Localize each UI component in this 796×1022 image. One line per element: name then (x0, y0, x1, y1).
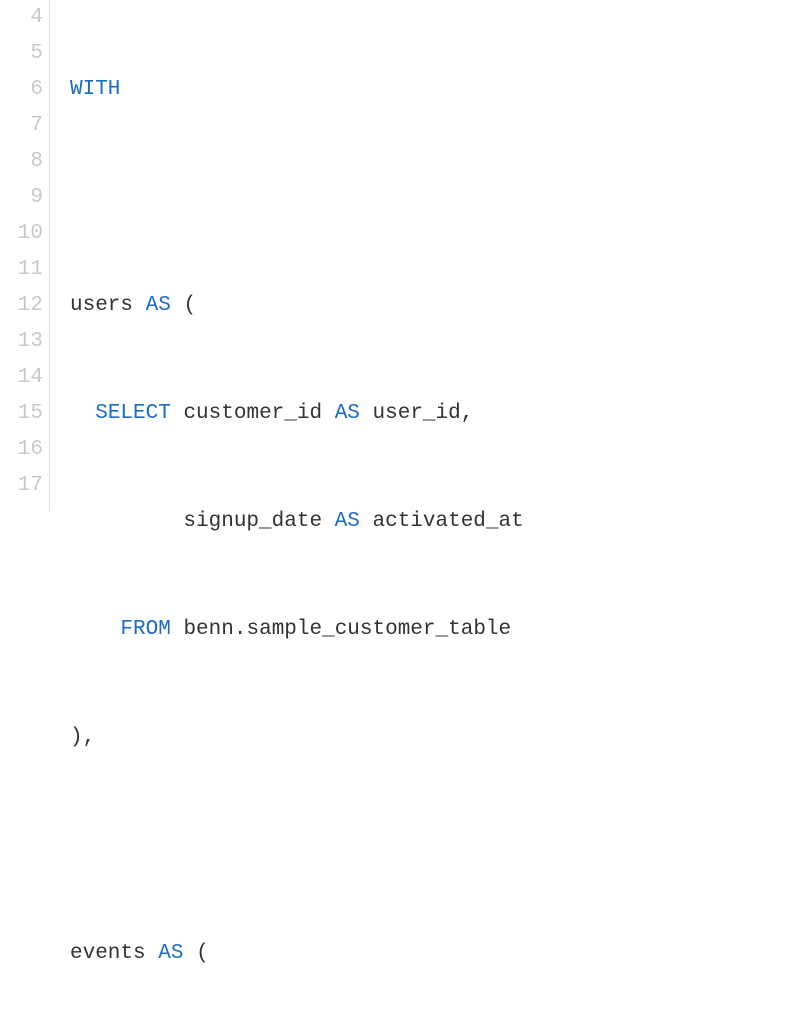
identifier: user_id (373, 402, 461, 425)
space (133, 294, 146, 317)
space (322, 402, 335, 425)
line-number-gutter: 4 5 6 7 8 9 10 11 12 13 14 15 16 17 (0, 0, 50, 511)
space (322, 510, 335, 533)
code-line[interactable]: SELECT customer_id AS user_id, (70, 396, 524, 432)
keyword-with: WITH (70, 78, 120, 101)
code-line[interactable]: events AS ( (70, 936, 524, 972)
paren-close-comma: ), (70, 726, 95, 749)
space (146, 942, 159, 965)
keyword-as: AS (146, 294, 171, 317)
code-line[interactable]: FROM benn.sample_customer_table (70, 612, 524, 648)
indent (70, 618, 120, 641)
paren-open: ( (196, 942, 209, 965)
keyword-from: FROM (120, 618, 170, 641)
space (171, 294, 184, 317)
code-line[interactable]: signup_date AS activated_at (70, 504, 524, 540)
identifier: events (70, 942, 146, 965)
code-line[interactable] (70, 828, 524, 864)
line-number: 10 (0, 216, 43, 252)
line-number: 5 (0, 36, 43, 72)
line-number: 9 (0, 180, 43, 216)
keyword-as: AS (335, 402, 360, 425)
space (183, 942, 196, 965)
code-line[interactable]: ), (70, 720, 524, 756)
identifier: benn (183, 618, 233, 641)
line-number: 14 (0, 360, 43, 396)
space (171, 618, 184, 641)
code-editor[interactable]: WITH users AS ( SELECT customer_id AS us… (50, 0, 524, 511)
dot: . (234, 618, 247, 641)
space (360, 510, 373, 533)
code-line[interactable]: users AS ( (70, 288, 524, 324)
indent (70, 510, 183, 533)
line-number: 11 (0, 252, 43, 288)
identifier: activated_at (372, 510, 523, 533)
identifier: signup_date (183, 510, 322, 533)
keyword-as: AS (158, 942, 183, 965)
identifier: users (70, 294, 133, 317)
keyword-as: AS (335, 510, 360, 533)
comma: , (461, 402, 474, 425)
space (360, 402, 373, 425)
line-number: 8 (0, 144, 43, 180)
line-number: 15 (0, 396, 43, 432)
line-number: 7 (0, 108, 43, 144)
line-number: 6 (0, 72, 43, 108)
keyword-select: SELECT (95, 402, 171, 425)
code-line[interactable] (70, 180, 524, 216)
line-number: 13 (0, 324, 43, 360)
line-number: 12 (0, 288, 43, 324)
space (171, 402, 184, 425)
paren-open: ( (183, 294, 196, 317)
code-line[interactable]: WITH (70, 72, 524, 108)
identifier: sample_customer_table (246, 618, 511, 641)
line-number: 4 (0, 0, 43, 36)
indent (70, 402, 95, 425)
identifier: customer_id (183, 402, 322, 425)
line-number: 16 (0, 432, 43, 468)
line-number: 17 (0, 468, 43, 504)
